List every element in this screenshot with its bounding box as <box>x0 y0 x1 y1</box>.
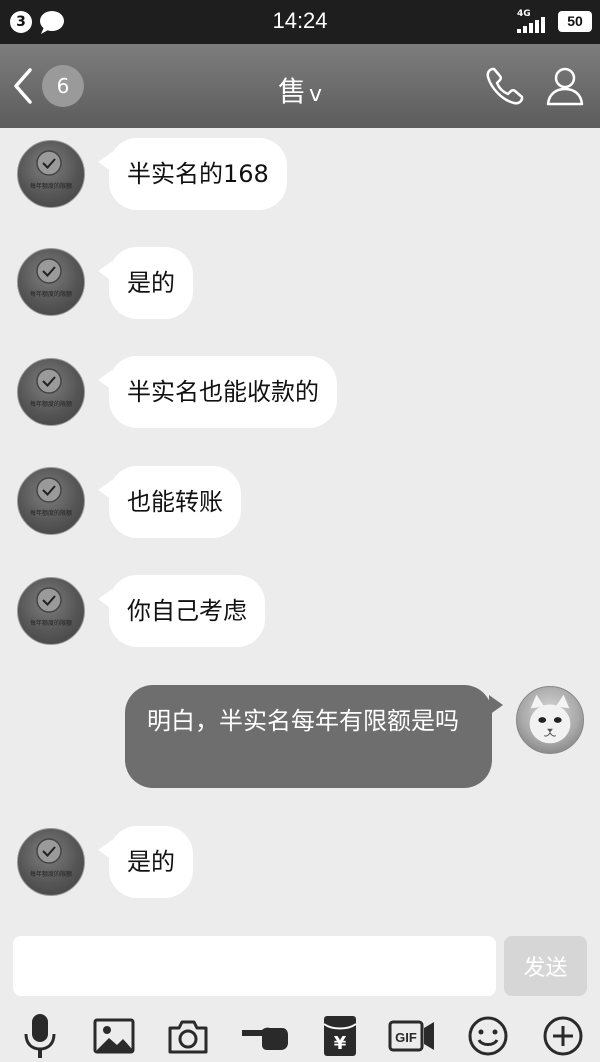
contact-avatar[interactable]: 每年额度的限额 <box>17 467 85 535</box>
chat-header: 6 售v <box>0 44 600 128</box>
gif-button[interactable]: GIF <box>388 1014 438 1058</box>
signal-strength-icon <box>517 17 545 33</box>
red-packet-icon: ¥ <box>323 1016 357 1056</box>
gif-icon: GIF <box>388 1020 434 1052</box>
voice-input-button[interactable] <box>18 1014 62 1058</box>
red-packet-button[interactable]: ¥ <box>318 1014 362 1058</box>
battery-icon: 50 <box>558 11 592 32</box>
incoming-message[interactable]: 是的 <box>98 826 193 898</box>
message-input[interactable] <box>13 936 496 996</box>
chat-title-suffix: v <box>308 82 323 107</box>
verified-check-icon <box>36 838 62 864</box>
incoming-message[interactable]: 也能转账 <box>98 466 241 538</box>
clock: 14:24 <box>272 8 328 33</box>
avatar-caption: 每年额度的限额 <box>29 291 72 298</box>
cat-face-icon <box>529 694 571 744</box>
back-button[interactable]: 6 <box>10 64 90 108</box>
more-options-button[interactable] <box>541 1014 585 1058</box>
contact-profile-button[interactable] <box>543 64 587 108</box>
avatar-caption: 每年额度的限额 <box>29 871 72 878</box>
image-icon <box>93 1018 135 1054</box>
incoming-message[interactable]: 半实名也能收款的 <box>98 356 337 428</box>
avatar-caption: 每年额度的限额 <box>29 620 72 627</box>
incoming-message[interactable]: 是的 <box>98 247 193 319</box>
person-icon <box>546 67 584 106</box>
back-chevron-icon <box>14 68 32 104</box>
contact-avatar[interactable]: 每年额度的限额 <box>17 577 85 645</box>
contact-avatar[interactable]: 每年额度的限额 <box>17 140 85 208</box>
incoming-message[interactable]: 半实名的168 <box>98 138 287 210</box>
poke-hand-icon <box>242 1027 288 1050</box>
input-toolbar: ¥ GIF <box>0 1010 600 1058</box>
my-avatar[interactable] <box>516 686 584 754</box>
red-packet-label: ¥ <box>334 1033 347 1054</box>
verified-check-icon <box>36 258 62 284</box>
send-button[interactable]: 发送 <box>504 936 587 996</box>
gif-label: GIF <box>395 1030 417 1045</box>
plus-icon <box>543 1016 583 1056</box>
outgoing-message[interactable]: 明白，半实名每年有限额是吗 <box>125 685 503 788</box>
voice-call-button[interactable] <box>483 64 527 108</box>
unread-count-badge: 6 <box>42 65 84 107</box>
contact-avatar[interactable]: 每年额度的限额 <box>17 358 85 426</box>
phone-icon <box>486 67 524 105</box>
verified-check-icon <box>36 150 62 176</box>
photo-button[interactable] <box>92 1014 136 1058</box>
emoji-button[interactable] <box>466 1014 510 1058</box>
verified-check-icon <box>36 477 62 503</box>
verified-check-icon <box>36 368 62 394</box>
camera-icon <box>168 1020 208 1054</box>
emoji-icon <box>468 1016 508 1056</box>
status-bar: 3 14:24 4G 50 <box>0 0 600 44</box>
contact-avatar[interactable]: 每年额度的限额 <box>17 248 85 316</box>
incoming-message[interactable]: 你自己考虑 <box>98 575 265 647</box>
avatar-caption: 每年额度的限额 <box>29 401 72 408</box>
microphone-icon <box>24 1014 56 1058</box>
avatar-caption: 每年额度的限额 <box>29 183 72 190</box>
camera-button[interactable] <box>166 1014 210 1058</box>
avatar-caption: 每年额度的限额 <box>29 510 72 517</box>
poke-button[interactable] <box>240 1014 290 1058</box>
contact-avatar[interactable]: 每年额度的限额 <box>17 828 85 896</box>
chat-title-name: 售 <box>277 75 306 108</box>
verified-check-icon <box>36 587 62 613</box>
